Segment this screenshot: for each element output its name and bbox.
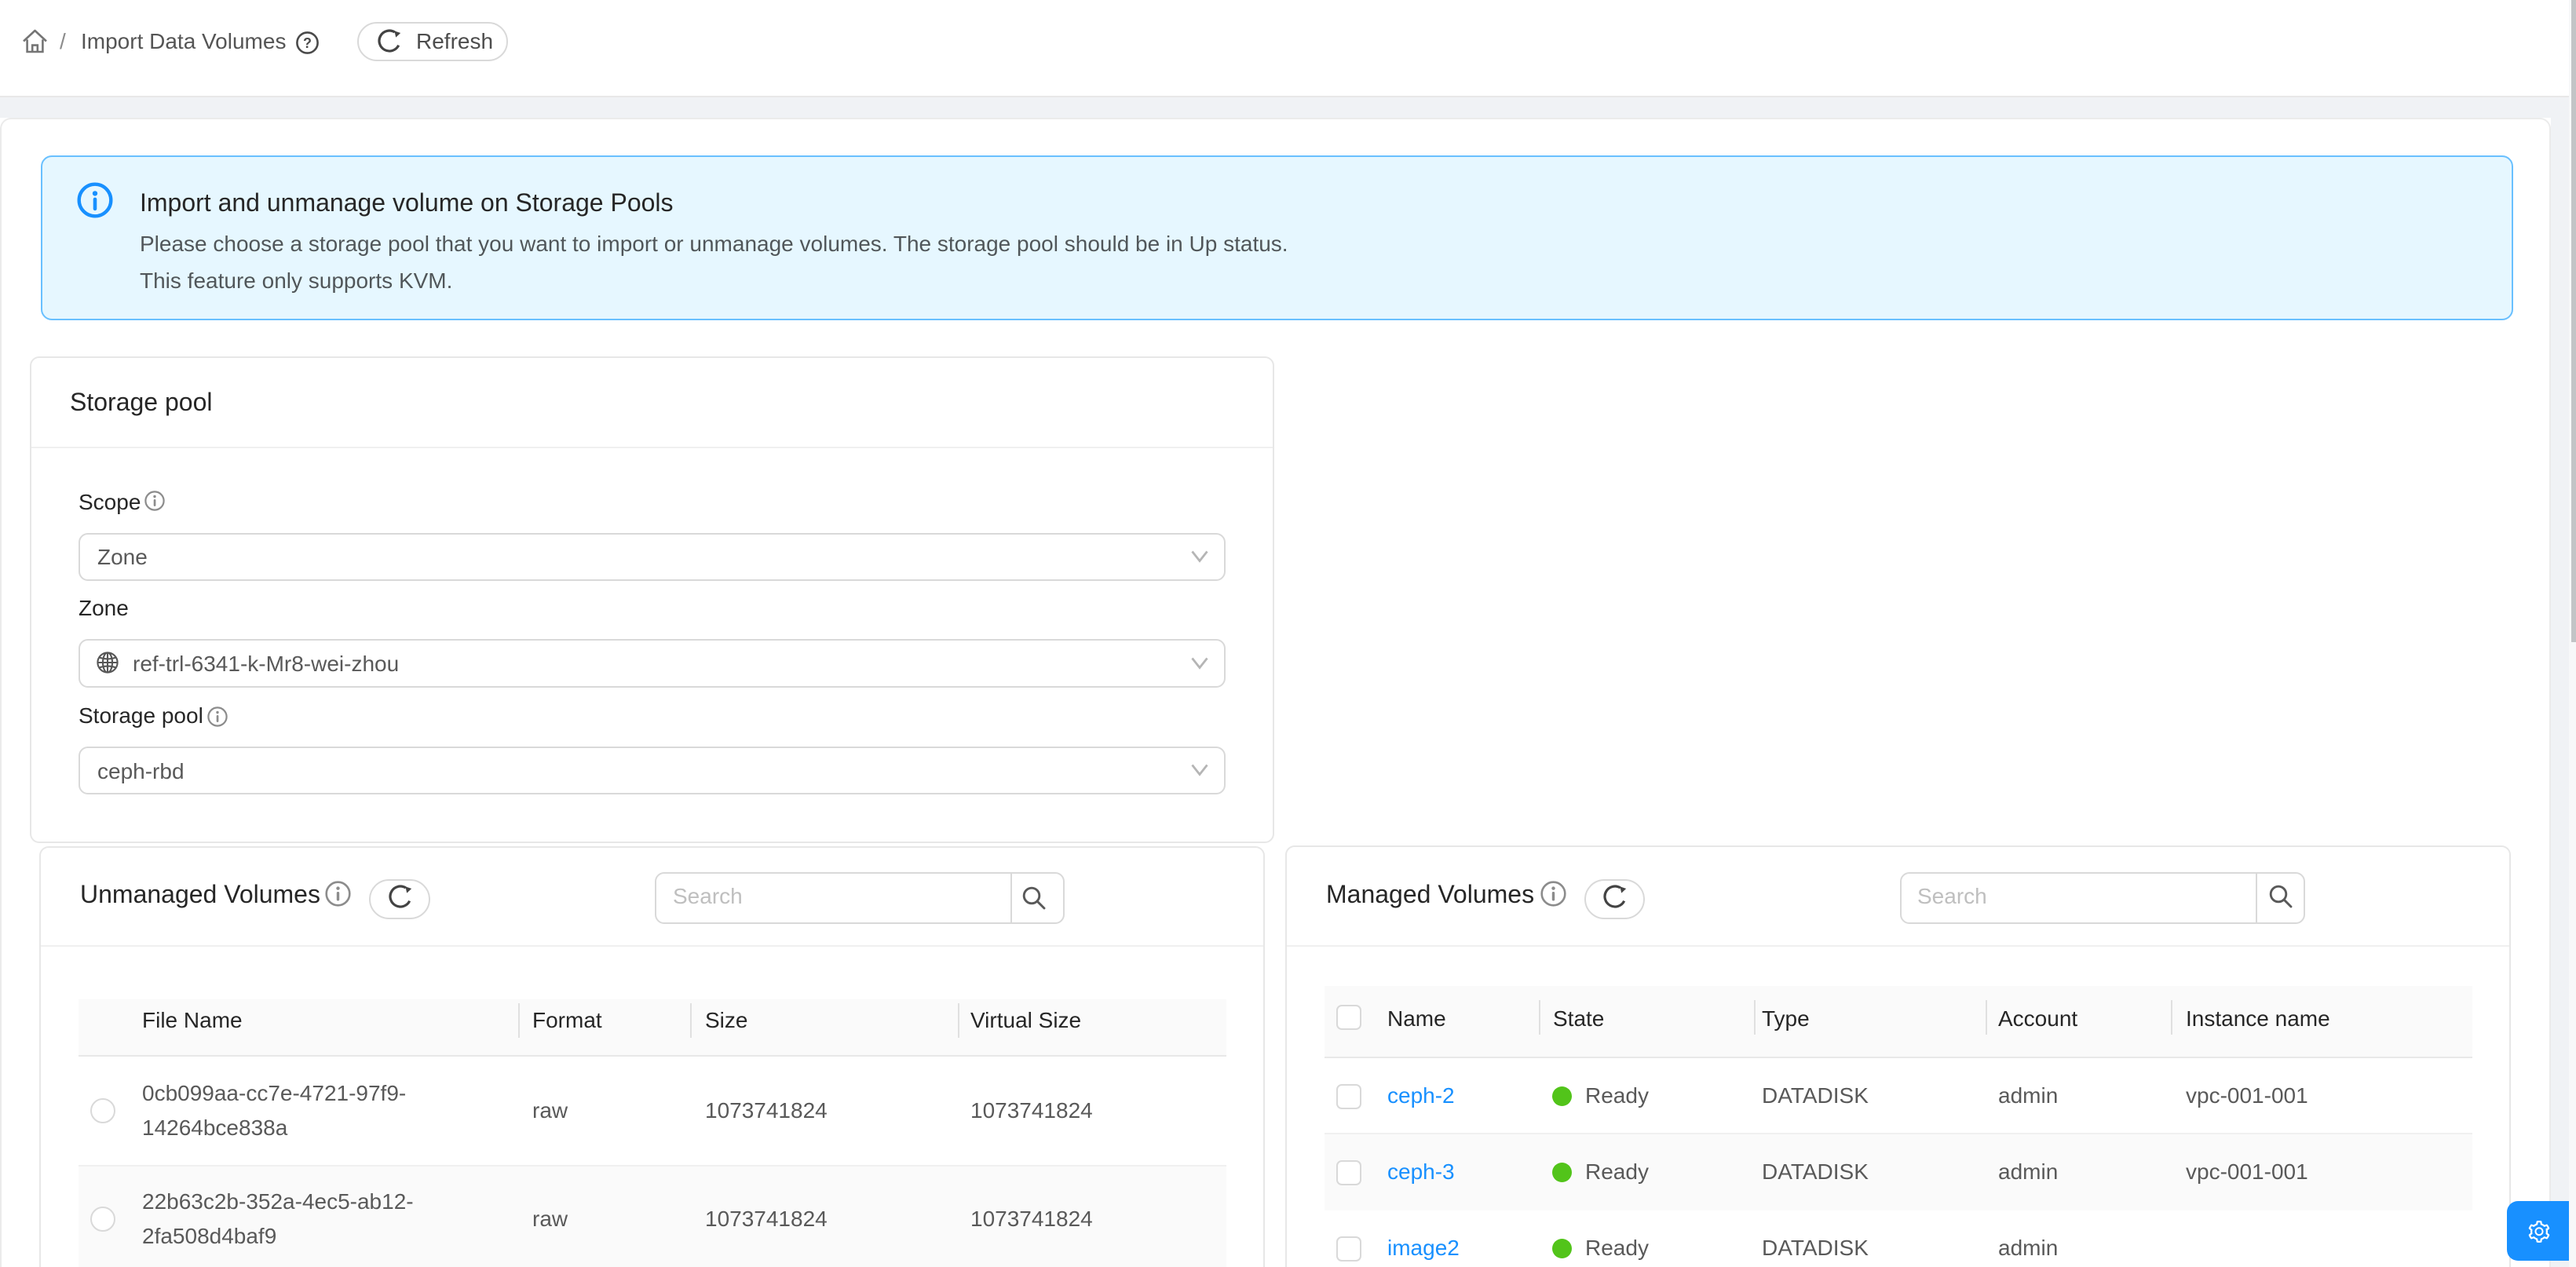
svg-text:?: ? <box>303 35 312 50</box>
